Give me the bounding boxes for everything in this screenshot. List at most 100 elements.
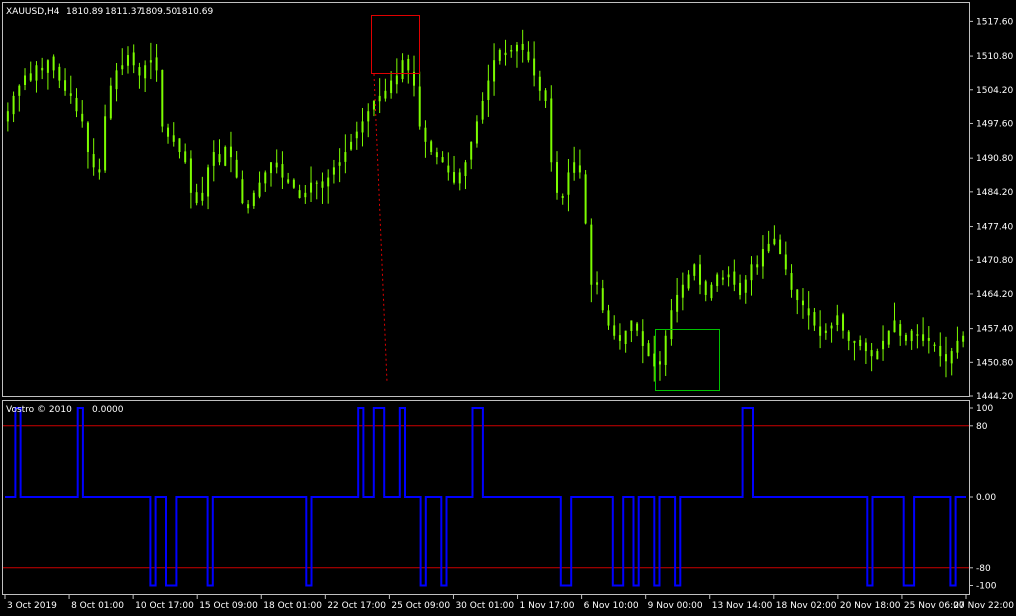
indicator-tick-label: -80	[976, 564, 991, 574]
candle-body	[395, 75, 398, 85]
candle-body	[716, 274, 719, 287]
chart-window[interactable]: 1517.60 1510.80 1504.20 1497.60 1490.80 1484.…	[0, 0, 1016, 616]
candle-body	[933, 344, 936, 346]
candle-body	[458, 172, 461, 184]
candle-body	[613, 325, 616, 336]
candle-body	[332, 167, 335, 175]
candle-body	[121, 65, 124, 70]
candle-body	[899, 324, 902, 336]
candle-body	[441, 157, 444, 163]
candle-body	[235, 159, 238, 178]
candle-body	[944, 354, 947, 362]
price-tick-label: 1504.20	[976, 86, 1013, 96]
price-tick-label: 1484.20	[976, 188, 1013, 198]
candle-body	[836, 315, 839, 326]
candle-body	[801, 300, 804, 306]
candle-body	[693, 264, 696, 276]
candle-body	[12, 95, 15, 115]
candle-body	[81, 113, 84, 122]
candle-body	[922, 334, 925, 341]
time-tick-label: 3 Oct 2019	[7, 601, 57, 611]
candle-body	[515, 44, 518, 52]
indicator-value: 0.0000	[92, 405, 124, 415]
candle-body	[281, 164, 284, 178]
candle-body	[207, 167, 210, 197]
price-tick-label: 1510.80	[976, 52, 1013, 62]
candle-body	[275, 162, 278, 168]
candle-body	[195, 192, 198, 204]
candle-body	[138, 67, 141, 76]
price-tick-label: 1457.40	[976, 325, 1013, 335]
price-tick-label: 1490.80	[976, 154, 1013, 164]
candle-body	[584, 174, 587, 224]
candle-body	[498, 49, 501, 61]
time-tick-label: 15 Oct 09:00	[199, 601, 258, 611]
candle-body	[676, 294, 679, 312]
candle-body	[847, 331, 850, 341]
candle-body	[573, 162, 576, 173]
candle-body	[327, 177, 330, 187]
candle-body	[6, 111, 9, 122]
indicator-tick-label: 100	[976, 404, 993, 414]
candle-body	[178, 138, 181, 153]
candle-body	[144, 65, 147, 79]
candle-body	[624, 330, 627, 344]
candle-body	[664, 335, 667, 365]
candle-body	[876, 351, 879, 360]
candle-body	[544, 90, 547, 101]
candle-body	[464, 162, 467, 177]
candle-body	[504, 52, 507, 56]
candle-body	[538, 76, 541, 91]
candle-body	[590, 224, 593, 285]
price-tick-label: 1497.60	[976, 119, 1013, 129]
candle-body	[378, 95, 381, 102]
indicator-tick-label: -100	[976, 582, 997, 592]
candle-body	[859, 339, 862, 346]
candle-body	[338, 162, 341, 166]
candle-body	[132, 52, 135, 66]
candle-body	[384, 90, 387, 99]
price-tick-label: 1517.60	[976, 17, 1013, 27]
candle-body	[510, 49, 513, 52]
candle-body	[636, 323, 639, 331]
candle-body	[149, 60, 152, 63]
price-tick-label: 1470.80	[976, 256, 1013, 266]
candle-body	[292, 179, 295, 188]
candle-body	[247, 204, 250, 209]
candle-body	[104, 116, 107, 171]
candle-body	[864, 342, 867, 352]
candle-body	[704, 281, 707, 295]
candle-body	[315, 182, 318, 184]
candle-body	[24, 75, 27, 85]
candle-body	[367, 111, 370, 122]
candle-body	[739, 282, 742, 295]
candle-body	[418, 86, 421, 127]
candle-body	[201, 192, 204, 201]
candle-body	[269, 162, 272, 174]
candle-body	[493, 60, 496, 82]
time-tick-label: 18 Nov 02:00	[776, 601, 837, 611]
candle-body	[304, 192, 307, 198]
chart-background	[0, 0, 1016, 616]
candle-body	[687, 274, 690, 289]
candle-body	[824, 330, 827, 333]
time-tick-label: 13 Nov 14:00	[712, 601, 773, 611]
candle-body	[287, 179, 290, 183]
candle-body	[653, 353, 656, 367]
candle-body	[321, 181, 324, 188]
candle-body	[842, 314, 845, 331]
candle-body	[361, 121, 364, 133]
candle-body	[252, 192, 255, 206]
candle-body	[853, 340, 856, 343]
price-tick-label: 1450.80	[976, 358, 1013, 368]
candle-body	[470, 141, 473, 160]
candle-body	[784, 254, 787, 270]
candle-body	[887, 330, 890, 345]
candle-body	[710, 284, 713, 299]
candle-body	[390, 80, 393, 94]
candle-body	[447, 165, 450, 173]
candle-body	[115, 70, 118, 90]
time-tick-label: 6 Nov 10:00	[584, 601, 639, 611]
candle-body	[950, 351, 953, 364]
candle-body	[355, 131, 358, 139]
